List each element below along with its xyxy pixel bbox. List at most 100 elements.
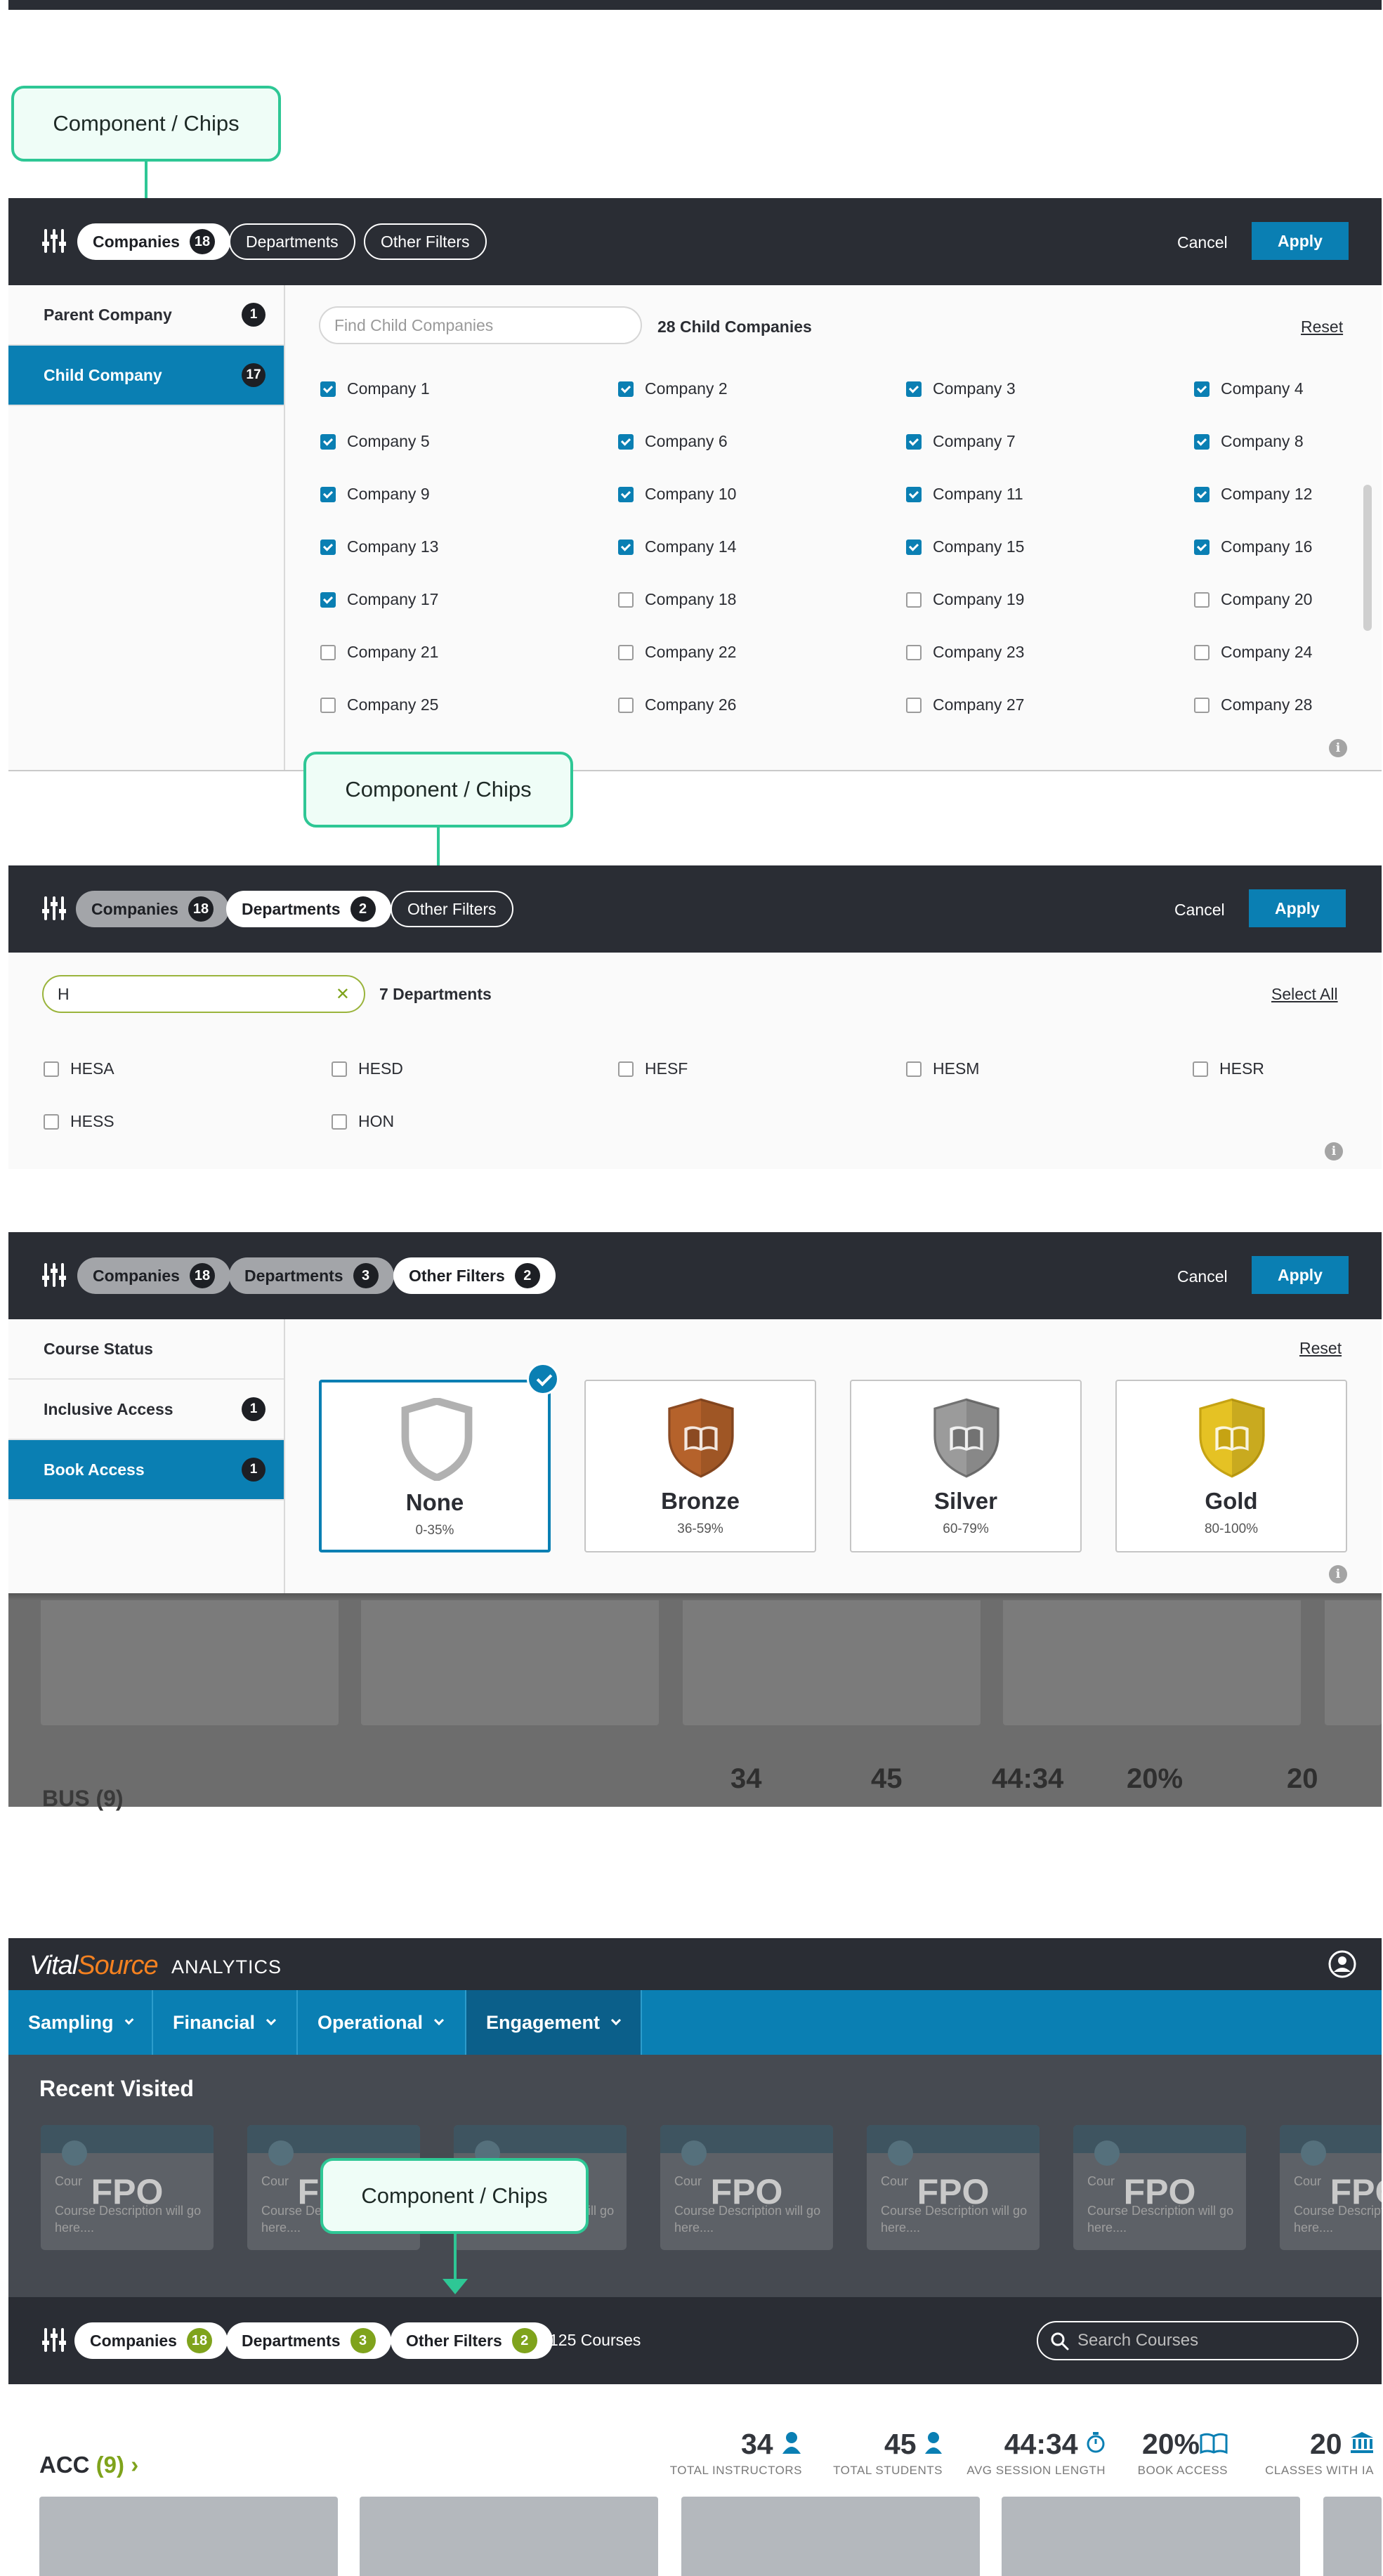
checkbox-unchecked[interactable] xyxy=(1194,697,1210,713)
user-account-icon[interactable] xyxy=(1328,1949,1357,1979)
checkbox-checked[interactable] xyxy=(906,433,922,450)
checkbox-unchecked[interactable] xyxy=(618,1061,634,1077)
checkbox-checked[interactable] xyxy=(906,539,922,555)
checkbox-unchecked[interactable] xyxy=(906,591,922,608)
company-checkbox[interactable]: Company 11 xyxy=(906,485,1023,504)
company-checkbox[interactable]: Company 21 xyxy=(320,643,438,662)
chip-departments[interactable]: Departments 3 xyxy=(229,1257,394,1294)
checkbox-checked[interactable] xyxy=(320,539,336,555)
clear-search-icon[interactable]: ✕ xyxy=(336,984,350,1005)
nav-item-engagement[interactable]: Engagement xyxy=(466,1990,642,2055)
level-card-silver[interactable]: Silver 60-79% xyxy=(850,1380,1082,1552)
level-card-bronze[interactable]: Bronze 36-59% xyxy=(584,1380,816,1552)
checkbox-checked[interactable] xyxy=(906,486,922,502)
checkbox-checked[interactable] xyxy=(618,381,634,397)
filter-settings-icon[interactable] xyxy=(42,2328,66,2352)
company-checkbox[interactable]: Company 15 xyxy=(906,537,1024,556)
nav-item-financial[interactable]: Financial xyxy=(153,1990,298,2055)
checkbox-checked[interactable] xyxy=(320,381,336,397)
company-checkbox[interactable]: Company 16 xyxy=(1194,537,1312,556)
side-item-parent-company[interactable]: Parent Company 1 xyxy=(8,285,284,346)
checkbox-checked[interactable] xyxy=(618,486,634,502)
company-checkbox[interactable]: Company 17 xyxy=(320,590,438,609)
departments-search-input[interactable]: H ✕ xyxy=(42,975,365,1013)
scrollbar-thumb[interactable] xyxy=(1363,485,1372,631)
filter-settings-icon[interactable] xyxy=(42,229,66,253)
checkbox-unchecked[interactable] xyxy=(1194,644,1210,660)
department-checkbox[interactable]: HESF xyxy=(618,1059,688,1078)
chip-other-filters[interactable]: Other Filters xyxy=(364,223,487,260)
select-all-link[interactable]: Select All xyxy=(1271,985,1338,1004)
recent-course-card[interactable]: CourFPOCourse Description will go here..… xyxy=(41,2125,214,2250)
checkbox-checked[interactable] xyxy=(1194,433,1210,450)
company-checkbox[interactable]: Company 28 xyxy=(1194,695,1312,714)
course-card[interactable] xyxy=(360,2497,658,2576)
cancel-button[interactable]: Cancel xyxy=(1177,233,1228,252)
child-companies-search-input[interactable]: Find Child Companies xyxy=(319,306,642,344)
checkbox-unchecked[interactable] xyxy=(320,644,336,660)
chip-companies[interactable]: Companies 18 xyxy=(77,223,230,260)
checkbox-unchecked[interactable] xyxy=(618,697,634,713)
course-card[interactable] xyxy=(681,2497,980,2576)
level-card-none[interactable]: None 0-35% xyxy=(319,1380,551,1552)
search-courses-input[interactable]: Search Courses xyxy=(1037,2321,1358,2360)
checkbox-unchecked[interactable] xyxy=(906,1061,922,1077)
checkbox-unchecked[interactable] xyxy=(1194,591,1210,608)
company-checkbox[interactable]: Company 20 xyxy=(1194,590,1312,609)
department-checkbox[interactable]: HESA xyxy=(44,1059,114,1078)
chip-companies[interactable]: Companies 18 xyxy=(77,1257,230,1294)
checkbox-checked[interactable] xyxy=(320,486,336,502)
chip-departments[interactable]: Departments 2 xyxy=(226,891,391,927)
checkbox-checked[interactable] xyxy=(320,591,336,608)
side-item-child-company[interactable]: Child Company 17 xyxy=(8,346,284,406)
department-checkbox[interactable]: HESM xyxy=(906,1059,979,1078)
company-checkbox[interactable]: Company 26 xyxy=(618,695,736,714)
company-checkbox[interactable]: Company 18 xyxy=(618,590,736,609)
checkbox-unchecked[interactable] xyxy=(618,644,634,660)
cancel-button[interactable]: Cancel xyxy=(1174,901,1225,920)
apply-button[interactable]: Apply xyxy=(1249,889,1346,927)
cancel-button[interactable]: Cancel xyxy=(1177,1267,1228,1286)
nav-item-sampling[interactable]: Sampling xyxy=(8,1990,153,2055)
side-item-course-status[interactable]: Course Status xyxy=(8,1319,284,1380)
company-checkbox[interactable]: Company 7 xyxy=(906,432,1016,451)
chip-other-filters[interactable]: Other Filters xyxy=(391,891,513,927)
chip-companies[interactable]: Companies 18 xyxy=(76,891,229,927)
company-checkbox[interactable]: Company 6 xyxy=(618,432,728,451)
company-checkbox[interactable]: Company 4 xyxy=(1194,379,1304,398)
checkbox-unchecked[interactable] xyxy=(44,1061,59,1077)
checkbox-unchecked[interactable] xyxy=(1193,1061,1208,1077)
apply-button[interactable]: Apply xyxy=(1252,1256,1349,1294)
course-group-title[interactable]: ACC (9) › xyxy=(39,2452,138,2478)
side-item-book-access[interactable]: Book Access 1 xyxy=(8,1440,284,1501)
department-checkbox[interactable]: HESD xyxy=(332,1059,403,1078)
info-icon[interactable]: i xyxy=(1329,739,1347,757)
company-checkbox[interactable]: Company 5 xyxy=(320,432,430,451)
course-card[interactable] xyxy=(1002,2497,1300,2576)
company-checkbox[interactable]: Company 13 xyxy=(320,537,438,556)
reset-link[interactable]: Reset xyxy=(1301,318,1343,336)
company-checkbox[interactable]: Company 19 xyxy=(906,590,1024,609)
department-checkbox[interactable]: HESR xyxy=(1193,1059,1264,1078)
company-checkbox[interactable]: Company 2 xyxy=(618,379,728,398)
checkbox-unchecked[interactable] xyxy=(332,1061,347,1077)
recent-course-card[interactable]: CourFPOCourse Description will go here..… xyxy=(1073,2125,1246,2250)
chip-other-filters[interactable]: Other Filters 2 xyxy=(391,2322,553,2359)
checkbox-checked[interactable] xyxy=(1194,381,1210,397)
company-checkbox[interactable]: Company 23 xyxy=(906,643,1024,662)
checkbox-checked[interactable] xyxy=(1194,539,1210,555)
side-item-inclusive-access[interactable]: Inclusive Access 1 xyxy=(8,1380,284,1440)
company-checkbox[interactable]: Company 24 xyxy=(1194,643,1312,662)
company-checkbox[interactable]: Company 10 xyxy=(618,485,736,504)
checkbox-checked[interactable] xyxy=(618,433,634,450)
nav-item-operational[interactable]: Operational xyxy=(298,1990,466,2055)
department-checkbox[interactable]: HON xyxy=(332,1112,394,1131)
checkbox-checked[interactable] xyxy=(320,433,336,450)
chip-other-filters[interactable]: Other Filters 2 xyxy=(393,1257,556,1294)
checkbox-checked[interactable] xyxy=(618,539,634,555)
company-checkbox[interactable]: Company 25 xyxy=(320,695,438,714)
company-checkbox[interactable]: Company 12 xyxy=(1194,485,1312,504)
checkbox-unchecked[interactable] xyxy=(320,697,336,713)
company-checkbox[interactable]: Company 14 xyxy=(618,537,736,556)
company-checkbox[interactable]: Company 3 xyxy=(906,379,1016,398)
